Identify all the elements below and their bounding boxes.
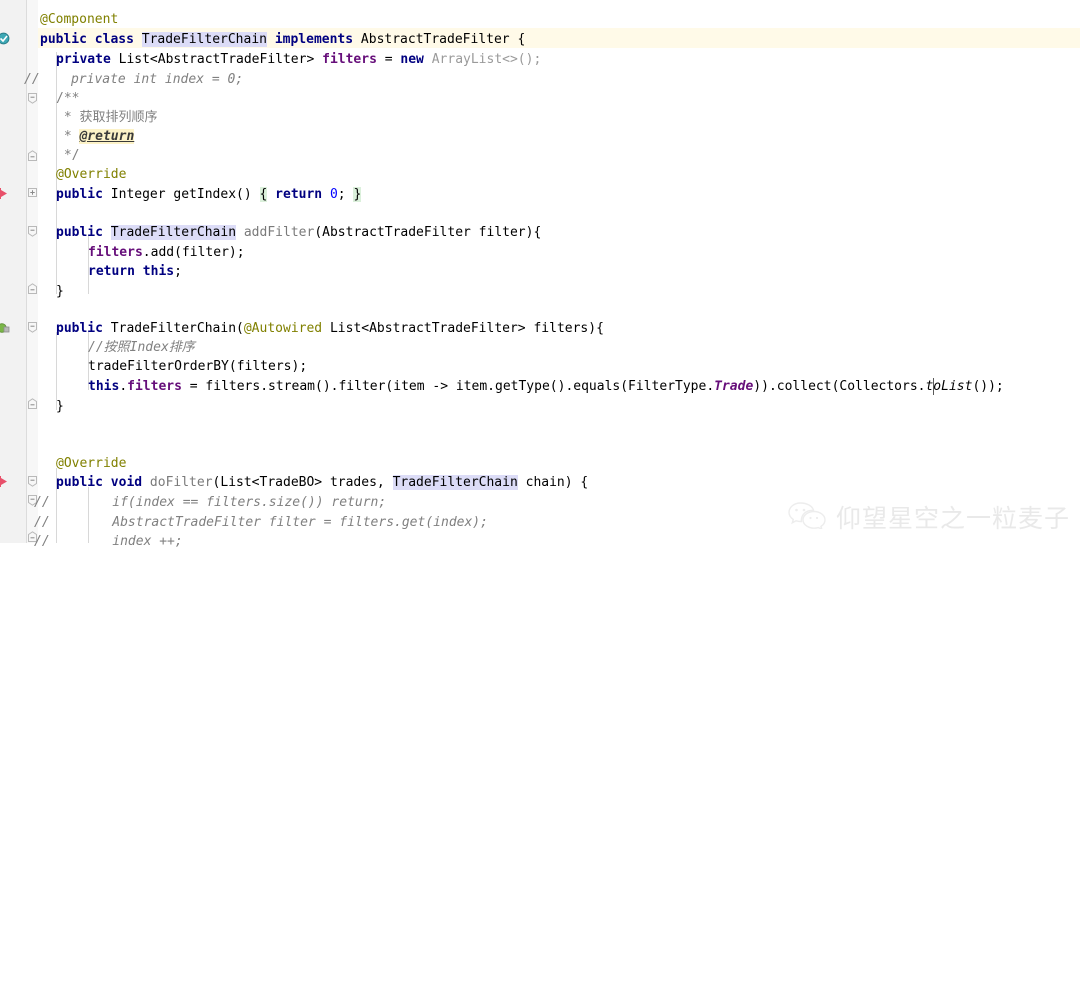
- code-line-26[interactable]: // if(index == filters.size()) return;: [34, 493, 386, 512]
- code-editor[interactable]: @Component public class TradeFilterChain…: [0, 0, 1080, 549]
- code-line-17[interactable]: public TradeFilterChain(@Autowired List<…: [56, 319, 604, 338]
- code-line-15[interactable]: }: [56, 282, 64, 301]
- code-line-1[interactable]: @Component: [40, 10, 118, 29]
- code-line-28[interactable]: // index ++;: [34, 532, 183, 551]
- code-line-20[interactable]: this.filters = filters.stream().filter(i…: [88, 377, 1004, 396]
- code-text-layer[interactable]: @Component public class TradeFilterChain…: [0, 0, 1080, 549]
- code-line-7[interactable]: * @return: [56, 127, 135, 146]
- code-line-18[interactable]: //按照Index排序: [88, 338, 195, 357]
- code-line-10[interactable]: public Integer getIndex() { return 0; }: [56, 185, 362, 204]
- code-line-12[interactable]: public TradeFilterChain addFilter(Abstra…: [56, 223, 541, 242]
- code-line-9[interactable]: @Override: [56, 165, 126, 184]
- code-line-3[interactable]: private List<AbstractTradeFilter> filter…: [56, 50, 541, 69]
- code-line-24[interactable]: @Override: [56, 454, 126, 473]
- code-line-27[interactable]: // AbstractTradeFilter filter = filters.…: [34, 513, 488, 532]
- code-line-25[interactable]: public void doFilter(List<TradeBO> trade…: [56, 473, 588, 492]
- code-line-21[interactable]: }: [56, 397, 64, 416]
- code-line-13[interactable]: filters.add(filter);: [88, 243, 245, 262]
- code-line-8[interactable]: */: [56, 146, 80, 165]
- code-line-2[interactable]: public class TradeFilterChain implements…: [40, 30, 525, 49]
- code-line-4[interactable]: // private int index = 0;: [24, 70, 243, 89]
- code-line-19[interactable]: tradeFilterOrderBY(filters);: [88, 357, 307, 376]
- code-line-5[interactable]: /**: [56, 89, 79, 108]
- code-line-14[interactable]: return this;: [88, 262, 182, 281]
- code-line-6[interactable]: * 获取排列顺序: [56, 108, 158, 127]
